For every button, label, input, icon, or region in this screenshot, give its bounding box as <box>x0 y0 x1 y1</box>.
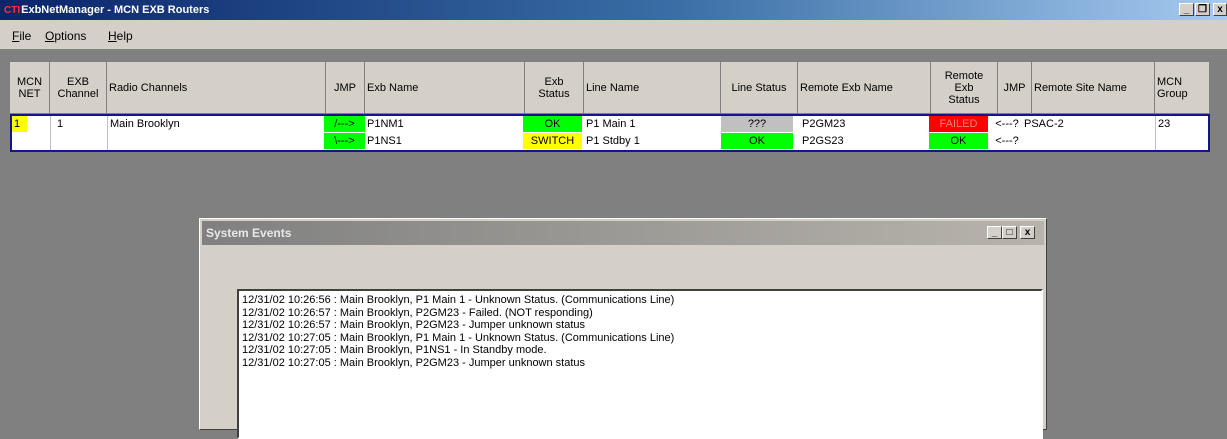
col-header-jmp[interactable]: JMP <box>326 62 365 114</box>
line-name-cell: P1 Stdby 1 <box>586 135 640 147</box>
exb-name-cell: P1NM1 <box>367 118 404 130</box>
close-button[interactable]: x <box>1020 226 1035 239</box>
router-grid: MCN NET EXB Channel Radio Channels JMP Exb… <box>10 62 1210 152</box>
event-line: 12/31/02 10:26:56 : Main Brooklyn, P1 Ma… <box>242 294 675 306</box>
col-header-exb-name[interactable]: Exb Name <box>365 62 525 114</box>
jmp-cell: \---> <box>324 133 365 149</box>
col-header-exb-channel[interactable]: EXB Channel <box>50 62 107 114</box>
event-line: 12/31/02 10:27:05 : Main Brooklyn, P1 Ma… <box>242 331 675 344</box>
minimize-button[interactable]: _ <box>1179 3 1194 16</box>
mcn-group-cell: 23 <box>1158 118 1171 130</box>
system-events-title: System Events <box>206 226 292 240</box>
maximize-button[interactable]: □ <box>1002 226 1017 239</box>
jmp-remote-cell: <---? <box>995 118 1019 130</box>
col-header-remote-exb-status[interactable]: Remote Exb Status <box>931 62 998 114</box>
radio-channel-cell: Main Brooklyn <box>110 118 180 130</box>
system-events-titlebar[interactable]: System Events _ □ x <box>202 221 1044 245</box>
title-bar: CTIExbNetManager - MCN EXB Routers _ ❐ x <box>0 0 1227 20</box>
exb-channel-cell: 1 <box>57 118 64 130</box>
system-events-window: System Events _ □ x 12/31/02 10:26:56 : … <box>199 218 1047 439</box>
app-logo: CTI <box>4 5 21 16</box>
events-log[interactable]: 12/31/02 10:26:56 : Main Brooklyn, P1 Ma… <box>237 289 1043 439</box>
line-name-cell: P1 Main 1 <box>586 118 636 130</box>
event-line: 12/31/02 10:27:05 : Main Brooklyn, P2GM2… <box>242 356 586 369</box>
event-line: 12/31/02 10:26:57 : Main Brooklyn, P2GM2… <box>242 306 593 319</box>
remote-site-cell: PSAC-2 <box>1024 118 1064 130</box>
menu-help[interactable]: Help <box>108 29 133 43</box>
restore-button[interactable]: ❐ <box>1195 3 1210 16</box>
col-header-remote-site-name[interactable]: Remote Site Name <box>1032 62 1155 114</box>
close-button[interactable]: x <box>1213 3 1227 16</box>
jmp-remote-cell: <---? <box>995 135 1019 147</box>
menu-file[interactable]: File <box>12 29 31 43</box>
minimize-button[interactable]: _ <box>987 226 1002 239</box>
col-header-exb-status[interactable]: Exb Status <box>525 62 584 114</box>
left-gutter <box>0 50 10 430</box>
table-row[interactable]: 1 1 Main Brooklyn /---> P1NM1 OK P1 Main… <box>10 114 1210 152</box>
exb-name-cell: P1NS1 <box>367 135 402 147</box>
line-status-cell: ??? <box>721 116 793 132</box>
col-header-mcn-group[interactable]: MCN Group <box>1155 62 1210 114</box>
col-header-line-status[interactable]: Line Status <box>721 62 798 114</box>
remote-exb-name-cell: P2GS23 <box>802 135 844 147</box>
event-line: 12/31/02 10:26:57 : Main Brooklyn, P2GM2… <box>242 319 586 331</box>
line-status-cell: OK <box>721 133 793 149</box>
window-title: ExbNetManager - MCN EXB Routers <box>21 4 210 16</box>
menu-options[interactable]: Options <box>45 29 86 43</box>
col-header-line-name[interactable]: Line Name <box>584 62 721 114</box>
jmp-cell: /---> <box>324 116 365 132</box>
exb-status-cell: SWITCH <box>523 133 582 149</box>
col-header-jmp-remote[interactable]: JMP <box>998 62 1032 114</box>
remote-exb-status-cell: OK <box>929 133 988 149</box>
remote-exb-status-cell: FAILED <box>929 116 988 132</box>
col-header-radio-channels[interactable]: Radio Channels <box>107 62 326 114</box>
col-header-mcn-net[interactable]: MCN NET <box>10 62 50 114</box>
event-line: 12/31/02 10:27:05 : Main Brooklyn, P1NS1… <box>242 344 547 356</box>
col-header-remote-exb-name[interactable]: Remote Exb Name <box>798 62 931 114</box>
menu-bar: File Options Help <box>0 20 1227 50</box>
exb-status-cell: OK <box>523 116 582 132</box>
remote-exb-name-cell: P2GM23 <box>802 118 846 130</box>
mcn-net-cell: 1 <box>12 116 27 132</box>
